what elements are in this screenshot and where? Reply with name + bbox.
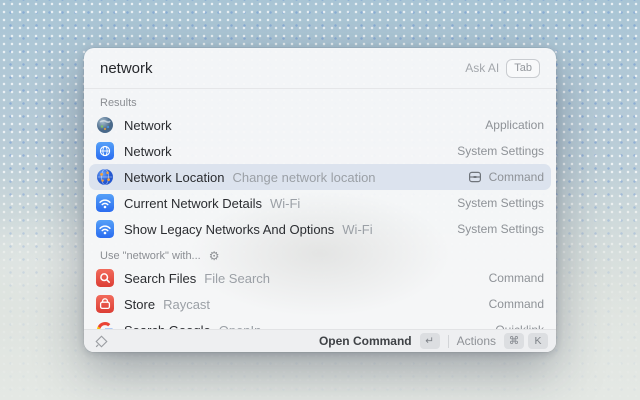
network-globe-icon (96, 142, 114, 160)
footer-divider (448, 335, 449, 348)
list-item-subtitle: Change network location (232, 170, 375, 185)
list-item-subtitle: File Search (204, 271, 270, 286)
footer-bar: Open Command ↵ Actions ⌘ K (84, 329, 556, 352)
results-list: Results Network Application Network System… (84, 89, 556, 329)
list-item-title: Current Network Details (124, 196, 262, 211)
list-item-type: Command (489, 170, 544, 184)
cmd-key-badge: ⌘ (504, 333, 524, 349)
section-label-text: Results (100, 97, 137, 109)
command-icon (468, 170, 482, 184)
list-item-title: Search Google (124, 323, 211, 330)
wifi-icon (96, 220, 114, 238)
list-item-subtitle: Wi-Fi (270, 196, 300, 211)
section-label-text: Use "network" with... (100, 250, 201, 262)
list-item[interactable]: Network Application (89, 112, 551, 138)
file-search-icon (96, 269, 114, 287)
list-item-type: Command (489, 297, 544, 311)
ask-ai-label: Ask AI (465, 61, 499, 75)
list-item-title: Network (124, 118, 172, 133)
google-icon (96, 321, 114, 329)
list-item-subtitle: Raycast (163, 297, 210, 312)
raycast-store-icon (96, 295, 114, 313)
list-item[interactable]: Search Google OpenIn Quicklink (89, 317, 551, 329)
section-label: Use "network" with... ⚙ (84, 242, 556, 265)
list-item-title: Store (124, 297, 155, 312)
tab-key-badge: Tab (506, 59, 540, 78)
actions-button[interactable]: Actions (457, 334, 496, 348)
list-item-title: Network (124, 144, 172, 159)
list-item[interactable]: Network LocationChange network location … (89, 164, 551, 190)
list-item-title: Network Location (124, 170, 224, 185)
search-bar: Ask AI Tab (84, 48, 556, 89)
list-item-type: Quicklink (495, 323, 544, 329)
search-input[interactable] (100, 60, 465, 77)
ask-ai-button[interactable]: Ask AI Tab (465, 59, 540, 78)
list-item-type: System Settings (457, 144, 544, 158)
list-item-type: System Settings (457, 222, 544, 236)
list-item-type: System Settings (457, 196, 544, 210)
list-item[interactable]: Show Legacy Networks And Options Wi-Fi Sys… (89, 216, 551, 242)
list-item-title: Show Legacy Networks And Options (124, 222, 334, 237)
wifi-icon (96, 194, 114, 212)
raycast-logo-icon (94, 334, 109, 349)
list-item-subtitle: OpenIn (219, 323, 262, 330)
gear-icon[interactable]: ⚙ (209, 250, 220, 262)
list-item-subtitle: Wi-Fi (342, 222, 372, 237)
list-item[interactable]: Search Files File Search Command (89, 265, 551, 291)
k-key-badge: K (528, 333, 548, 349)
network-app-icon (96, 116, 114, 134)
return-key-badge: ↵ (420, 333, 440, 349)
open-command-button[interactable]: Open Command (319, 334, 412, 348)
launcher-window: Ask AI Tab Results Network Application Ne… (84, 48, 556, 352)
network-location-icon (96, 168, 114, 186)
section-label: Results (84, 89, 556, 112)
list-item[interactable]: Store Raycast Command (89, 291, 551, 317)
list-item[interactable]: Network System Settings (89, 138, 551, 164)
list-item-title: Search Files (124, 271, 196, 286)
list-item-type: Application (485, 118, 544, 132)
list-item-type: Command (489, 271, 544, 285)
list-item[interactable]: Current Network Details Wi-Fi System Setti… (89, 190, 551, 216)
